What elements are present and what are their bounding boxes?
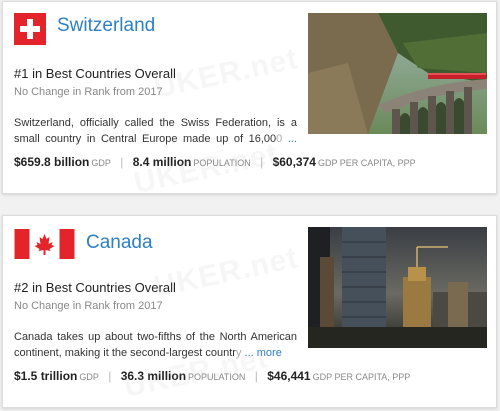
gdp-per-capita-unit: GDP PER CAPITA, PPP: [317, 158, 416, 168]
switzerland-flag-icon: [14, 13, 46, 45]
canada-flag-icon: [14, 229, 75, 259]
rank-change: No Change in Rank from 2017: [14, 86, 163, 98]
divider: |: [260, 155, 264, 169]
country-title-link[interactable]: Canada: [86, 232, 153, 254]
divider: |: [108, 369, 112, 383]
country-card-switzerland[interactable]: Switzerland #1 in Best Countries Overall…: [2, 1, 497, 200]
country-title-link[interactable]: Switzerland: [57, 15, 155, 37]
gdp-value: $659.8 billion: [14, 155, 90, 169]
country-photo[interactable]: [308, 13, 487, 134]
stats-row: $1.5 trillion GDP | 36.3 million POPULATIO…: [14, 369, 410, 383]
stats-row: $659.8 billion GDP | 8.4 million POPULATIO…: [14, 155, 416, 169]
more-link[interactable]: ... more: [245, 347, 282, 359]
description-text: Switzerland, officially called the Swiss…: [14, 117, 297, 145]
gdp-per-capita-unit: GDP PER CAPITA, PPP: [312, 372, 411, 382]
rank-change: No Change in Rank from 2017: [14, 300, 163, 312]
country-description: Switzerland, officially called the Swiss…: [14, 115, 297, 147]
divider: |: [120, 155, 124, 169]
population-unit: POPULATION: [188, 372, 246, 382]
gdp-unit: GDP: [79, 372, 99, 382]
population-value: 8.4 million: [132, 155, 192, 169]
rank-label: #1 in Best Countries Overall: [14, 66, 176, 81]
divider: |: [254, 369, 258, 383]
country-card-canada[interactable]: Canada #2 in Best Countries Overall No C…: [2, 215, 497, 408]
rank-label: #2 in Best Countries Overall: [14, 280, 176, 295]
description-fade: y: [235, 347, 242, 359]
country-description: Canada takes up about two-fifths of the …: [14, 329, 297, 361]
gdp-per-capita-value: $60,374: [272, 155, 316, 169]
population-unit: POPULATION: [193, 158, 251, 168]
gdp-value: $1.5 trillion: [14, 369, 78, 383]
watermark: UKER.net: [151, 241, 302, 304]
gdp-unit: GDP: [91, 158, 111, 168]
description-fade: 0: [276, 133, 283, 145]
country-photo[interactable]: [308, 227, 487, 348]
population-value: 36.3 million: [120, 369, 187, 383]
gdp-per-capita-value: $46,441: [267, 369, 311, 383]
